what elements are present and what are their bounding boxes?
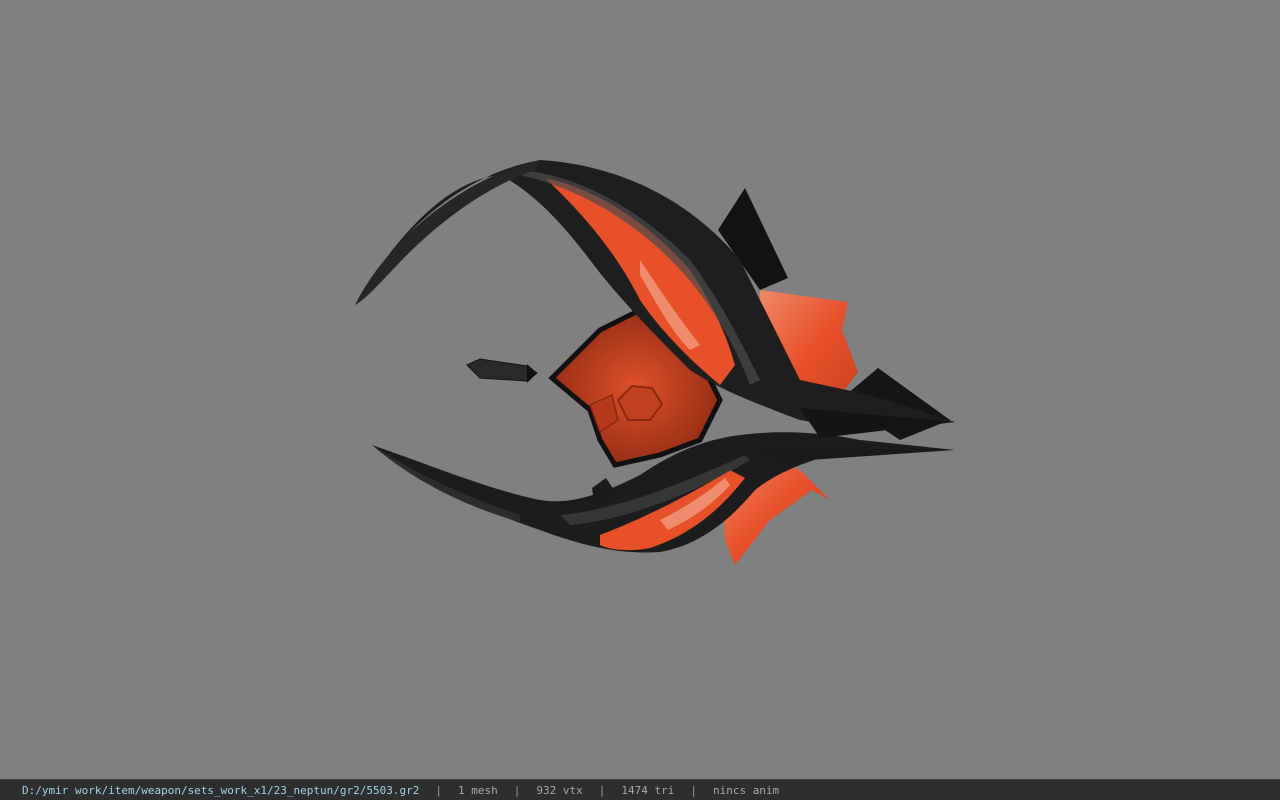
- mesh-count-text: 1 mesh: [457, 783, 498, 797]
- blade-tip-lower: [760, 448, 955, 462]
- vertex-count-text: 932 vtx: [536, 783, 583, 797]
- floating-gem-tip: [527, 364, 537, 383]
- floating-gem: [466, 358, 538, 382]
- separator: |: [690, 783, 697, 797]
- file-path-text: D:/ymir work/item/weapon/sets_work_x1/23…: [22, 783, 420, 797]
- separator: |: [598, 783, 606, 797]
- separator: |: [435, 783, 442, 797]
- model-viewport[interactable]: [0, 0, 1280, 779]
- weapon-model-render: [355, 160, 955, 565]
- separator: |: [513, 783, 521, 797]
- triangle-count-text: 1474 tri: [621, 783, 675, 797]
- status-bar: D:/ymir work/item/weapon/sets_work_x1/23…: [0, 779, 1280, 800]
- animation-status-text: nincs anim: [712, 783, 780, 797]
